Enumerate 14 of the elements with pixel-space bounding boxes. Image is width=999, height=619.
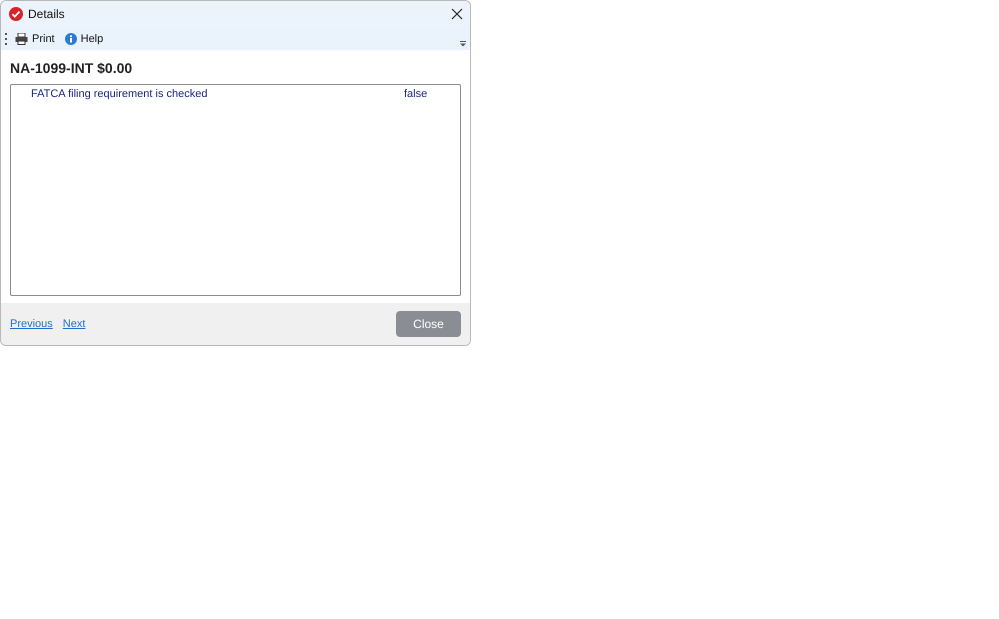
detail-label: FATCA filing requirement is checked (31, 88, 208, 100)
window-title: Details (28, 7, 66, 21)
help-icon (64, 32, 77, 44)
close-icon[interactable] (450, 7, 464, 21)
record-heading: NA-1099-INT $0.00 (9, 59, 134, 78)
checkmark-icon (9, 7, 23, 21)
help-button[interactable]: Help (62, 32, 106, 44)
detail-value: false (404, 88, 428, 100)
print-button[interactable]: Print (13, 32, 57, 44)
nav-link[interactable]: Next (62, 318, 86, 330)
close-button[interactable]: Close (396, 311, 461, 337)
printer-icon (15, 32, 28, 44)
overflow-icon[interactable] (460, 40, 466, 46)
nav-link[interactable]: Previous (10, 318, 53, 330)
